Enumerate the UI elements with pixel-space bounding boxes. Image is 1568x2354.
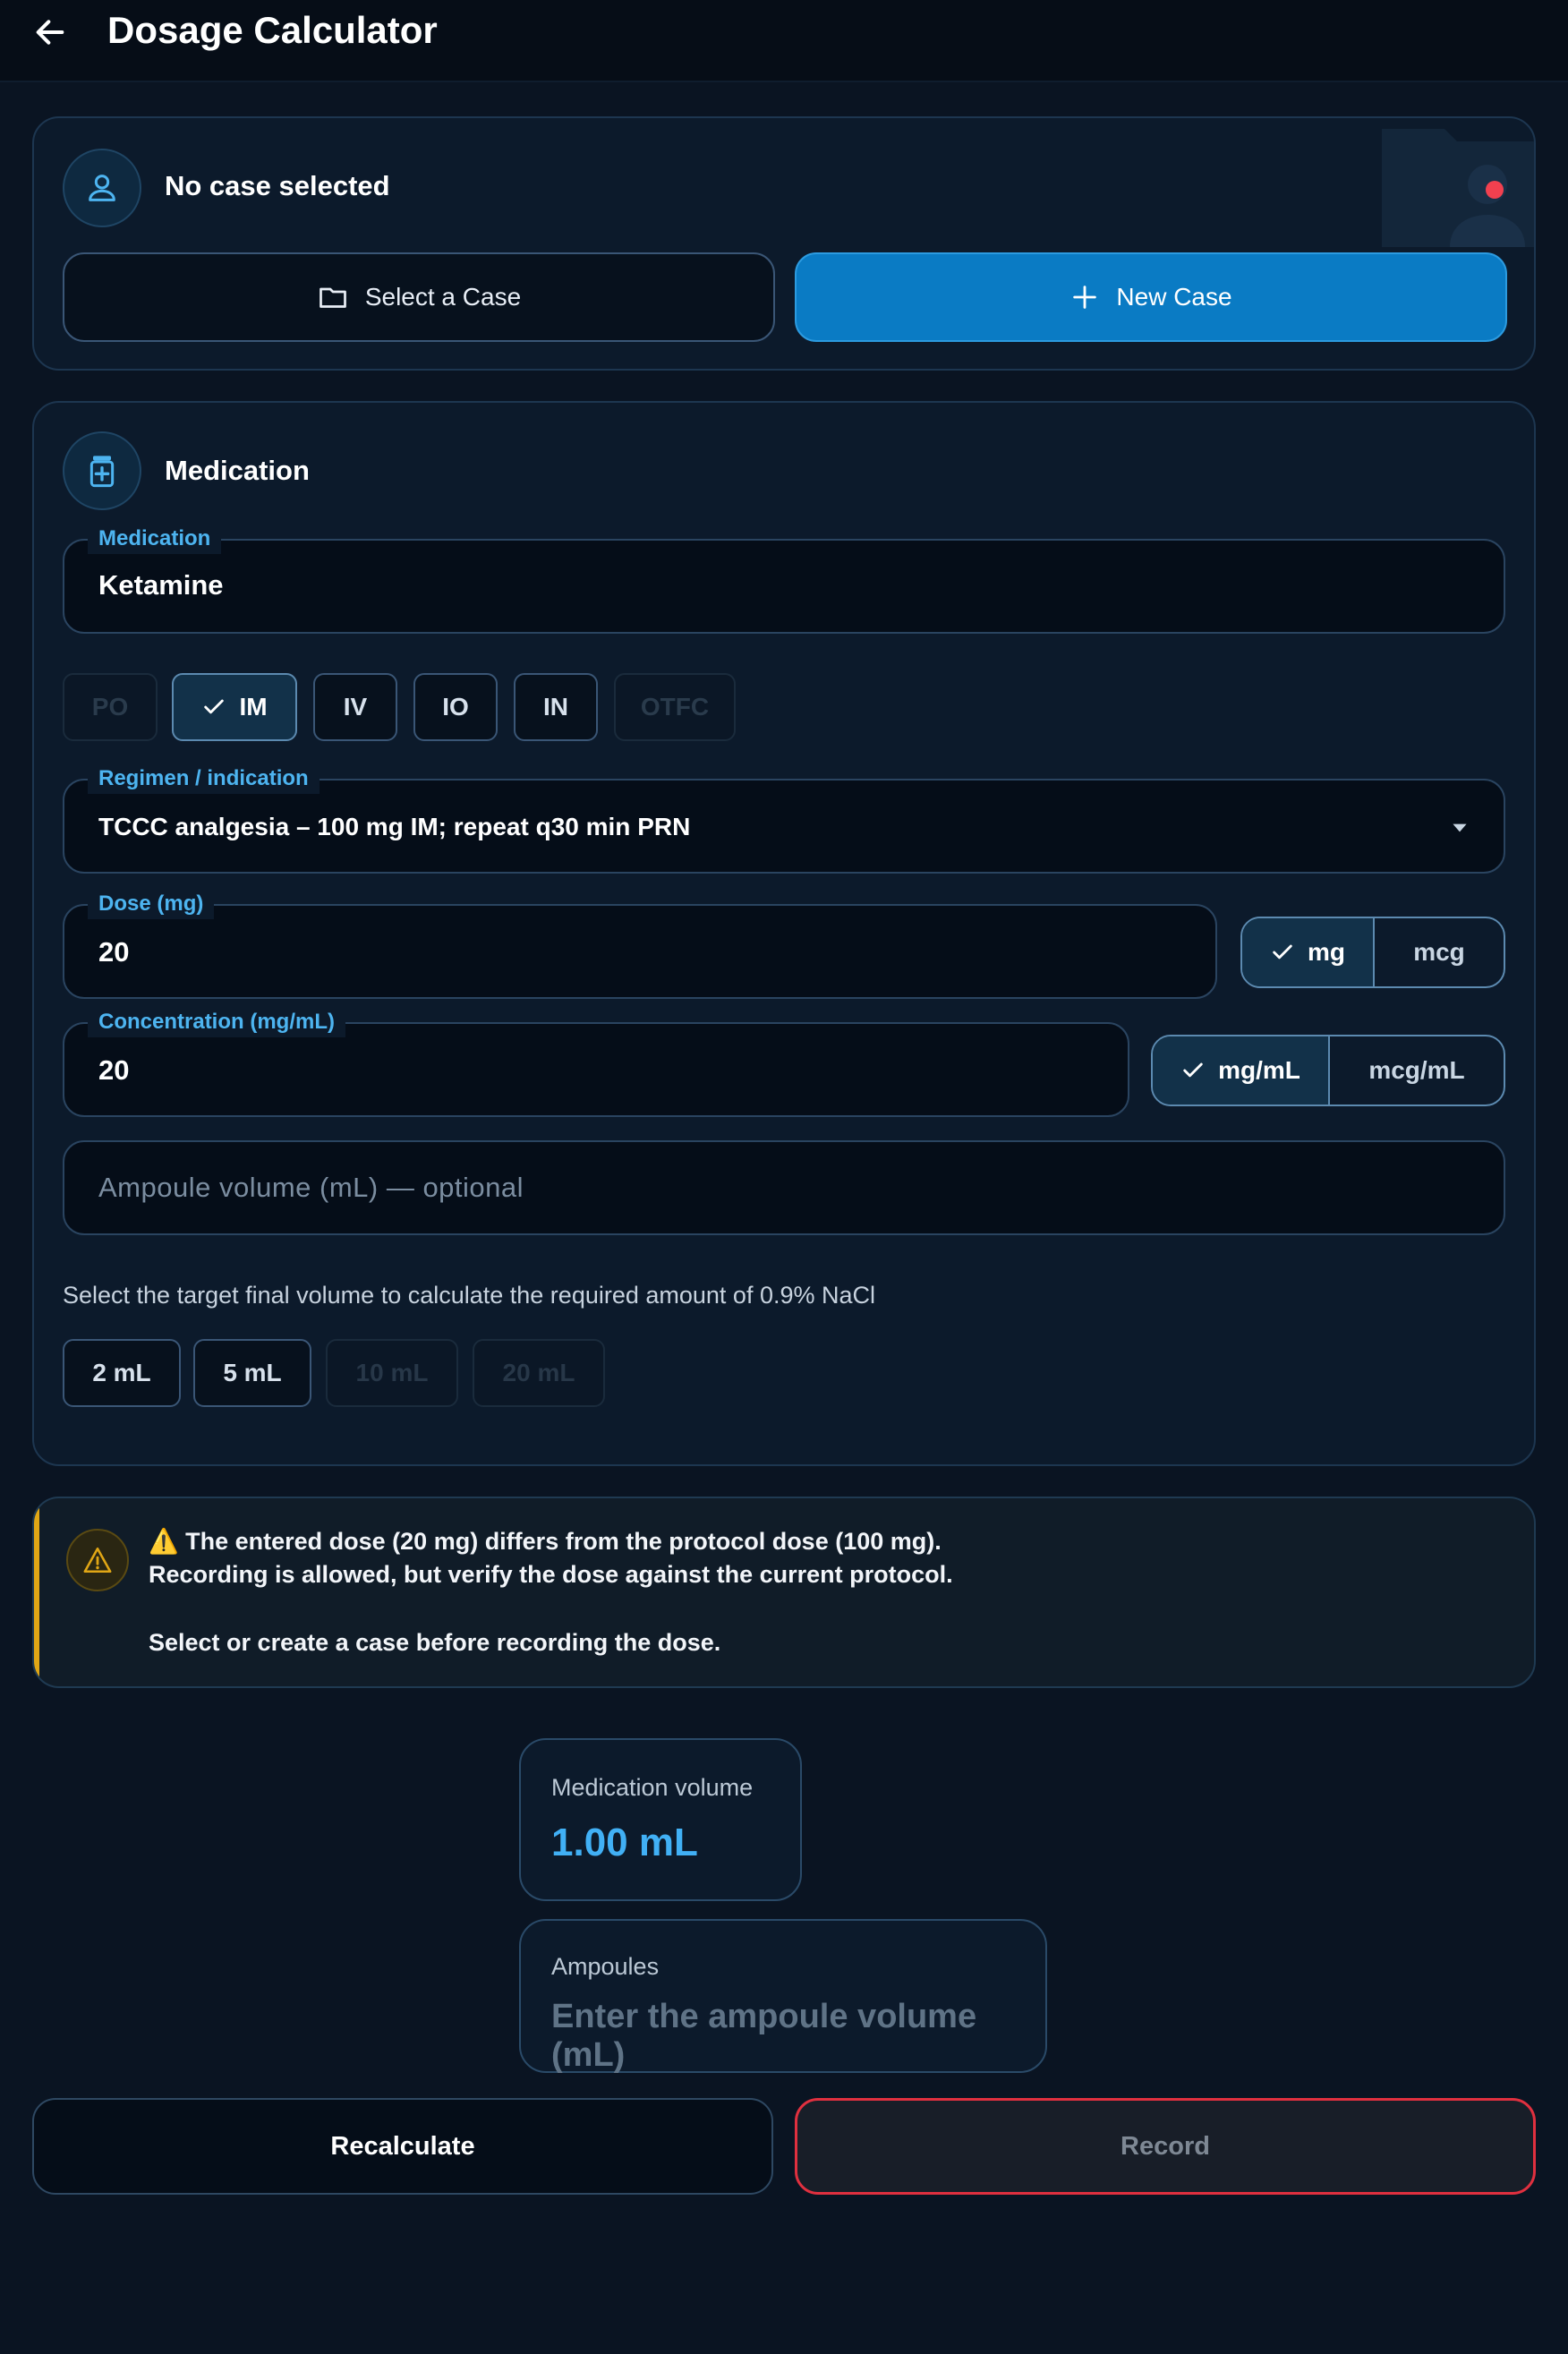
- new-case-button[interactable]: New Case: [795, 252, 1507, 342]
- check-icon: [1273, 944, 1292, 960]
- check-icon: [204, 699, 225, 714]
- route-chip-label: IV: [343, 693, 368, 721]
- case-avatar: [63, 149, 141, 227]
- volume-chip-label: 5 mL: [223, 1359, 282, 1386]
- warning-line-3: Select or create a case before recording…: [149, 1629, 721, 1656]
- ampoules-hint: Enter the ampoule volume (mL): [551, 1998, 977, 2074]
- select-case-button[interactable]: Select a Case: [63, 252, 775, 342]
- regimen-label: Regimen / indication: [88, 763, 320, 794]
- medication-field[interactable]: Medication Ketamine: [63, 524, 1505, 634]
- medication-heading: Medication: [165, 455, 310, 486]
- concentration-unit-toggle[interactable]: mg/mL mcg/mL: [1151, 1035, 1505, 1106]
- medicine-bottle-icon: [89, 456, 115, 488]
- regimen-value: TCCC analgesia – 100 mg IM; repeat q30 m…: [98, 813, 691, 840]
- route-chip-in[interactable]: IN: [514, 673, 598, 741]
- route-chip-label: PO: [91, 693, 129, 721]
- dose-unit-mg[interactable]: mg: [1242, 918, 1375, 986]
- volume-chip-10ml: 10 mL: [326, 1339, 458, 1407]
- person-icon: [89, 175, 115, 201]
- volume-chip-5ml[interactable]: 5 mL: [193, 1339, 311, 1407]
- recalculate-button[interactable]: Recalculate: [32, 2098, 773, 2195]
- ampoule-volume-placeholder: Ampoule volume (mL) — optional: [98, 1172, 524, 1203]
- back-button[interactable]: [27, 9, 73, 55]
- check-icon: [1183, 1062, 1203, 1078]
- ampoule-volume-input[interactable]: Ampoule volume (mL) — optional: [63, 1140, 1505, 1235]
- medication-avatar: [63, 431, 141, 510]
- concentration-field[interactable]: Concentration (mg/mL) 20: [63, 1007, 1129, 1117]
- warning-line-2: Recording is allowed, but verify the dos…: [149, 1561, 953, 1588]
- record-label: Record: [1121, 2131, 1210, 2161]
- concentration-label: Concentration (mg/mL): [88, 1007, 345, 1037]
- record-button[interactable]: Record: [795, 2098, 1536, 2195]
- dropdown-arrow-icon: [1453, 823, 1467, 832]
- medication-volume-label: Medication volume: [551, 1774, 754, 1801]
- conc-unit-label: mg/mL: [1218, 1056, 1300, 1084]
- volume-chip-label: 20 mL: [502, 1359, 575, 1386]
- route-chip-iv[interactable]: IV: [313, 673, 397, 741]
- volume-chip-label: 2 mL: [92, 1359, 151, 1386]
- regimen-dropdown[interactable]: Regimen / indication TCCC analgesia – 10…: [63, 763, 1505, 874]
- case-watermark-icon: [1364, 122, 1534, 247]
- ampoules-result: Ampoules Enter the ampoule volume (mL): [519, 1919, 1047, 2074]
- route-chip-label: OTFC: [640, 693, 710, 721]
- warning-line-1: ⚠️ The entered dose (20 mg) differs from…: [149, 1528, 942, 1555]
- volume-chip-20ml: 20 mL: [473, 1339, 605, 1407]
- conc-unit-mg-ml[interactable]: mg/mL: [1153, 1036, 1330, 1105]
- dose-label: Dose (mg): [88, 889, 215, 919]
- page-title: Dosage Calculator: [107, 9, 438, 51]
- ampoules-label: Ampoules: [551, 1953, 660, 1980]
- target-volume-hint: Select the target final volume to calcul…: [63, 1282, 876, 1309]
- case-card: No case selected Select a Case New Case: [32, 116, 1536, 371]
- route-chip-po: PO: [63, 673, 158, 741]
- warning-banner: ⚠️ The entered dose (20 mg) differs from…: [32, 1497, 1536, 1688]
- app-bar: Dosage Calculator: [0, 0, 1568, 82]
- dose-field[interactable]: Dose (mg) 20: [63, 889, 1217, 999]
- medication-volume-result: Medication volume 1.00 mL: [519, 1738, 802, 1901]
- dose-value: 20: [98, 936, 130, 968]
- medication-field-value: Ketamine: [98, 569, 224, 601]
- dose-unit-label: mg: [1308, 938, 1345, 966]
- route-chip-im[interactable]: IM: [172, 673, 297, 741]
- warning-icon: [66, 1529, 129, 1591]
- medication-volume-value: 1.00 mL: [551, 1821, 698, 1864]
- arrow-left-icon: [36, 20, 64, 45]
- dose-unit-toggle[interactable]: mg mcg: [1240, 917, 1505, 988]
- route-chip-label: IM: [239, 693, 268, 721]
- route-chip-label: IO: [442, 693, 469, 721]
- plus-icon: [1073, 286, 1097, 309]
- dose-unit-label: mcg: [1413, 938, 1465, 966]
- volume-chip-2ml[interactable]: 2 mL: [63, 1339, 181, 1407]
- dose-unit-mcg[interactable]: mcg: [1375, 918, 1504, 986]
- volume-chip-label: 10 mL: [355, 1359, 429, 1386]
- route-chip-label: IN: [543, 693, 568, 721]
- select-case-label: Select a Case: [364, 283, 522, 311]
- folder-icon: [319, 287, 346, 308]
- case-status: No case selected: [165, 170, 390, 201]
- conc-unit-mcg-ml[interactable]: mcg/mL: [1330, 1036, 1504, 1105]
- recalculate-label: Recalculate: [330, 2131, 475, 2161]
- route-chip-io[interactable]: IO: [413, 673, 498, 741]
- route-chip-otfc: OTFC: [614, 673, 736, 741]
- medication-field-label: Medication: [88, 524, 222, 554]
- new-case-label: New Case: [1116, 283, 1232, 311]
- conc-unit-label: mcg/mL: [1368, 1056, 1465, 1084]
- concentration-value: 20: [98, 1054, 130, 1086]
- warning-accent-bar: [34, 1498, 39, 1686]
